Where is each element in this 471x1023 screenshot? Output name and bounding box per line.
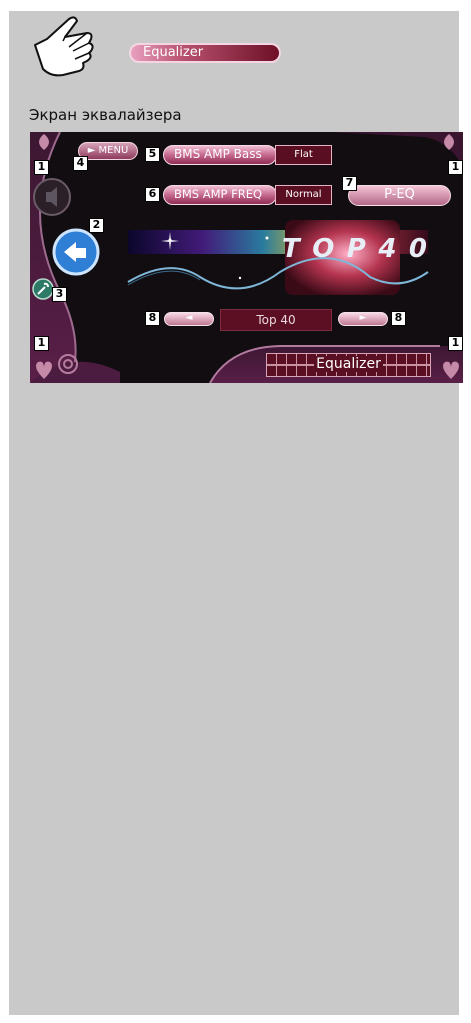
- bms-amp-freq-value: Normal: [275, 185, 332, 205]
- prev-preset-button[interactable]: ◄: [164, 312, 214, 326]
- callout-5: 5: [145, 147, 160, 162]
- next-preset-button[interactable]: ►: [338, 312, 388, 326]
- preset-name-display: Top 40: [220, 309, 332, 331]
- bms-amp-bass-button[interactable]: BMS AMP Bass: [163, 145, 277, 165]
- page-panel: Equalizer Экран эквалайзера TOP40 ► MENU…: [9, 11, 463, 1015]
- p-eq-button[interactable]: P-EQ: [348, 185, 451, 206]
- speaker-button[interactable]: [32, 177, 72, 217]
- callout-4: 4: [73, 156, 88, 171]
- callout-8-left: 8: [145, 311, 160, 326]
- equalizer-bar-button[interactable]: Equalizer: [266, 353, 431, 377]
- equalizer-bar-label: Equalizer: [314, 356, 383, 372]
- section-subtitle: Экран эквалайзера: [29, 106, 182, 124]
- callout-7: 7: [342, 176, 357, 191]
- return-button[interactable]: [52, 228, 100, 276]
- bms-amp-freq-button[interactable]: BMS AMP FREQ: [163, 185, 277, 205]
- bms-amp-bass-value: Flat: [275, 145, 332, 165]
- callout-1-bottom-right: 1: [448, 336, 463, 351]
- callout-8-right: 8: [391, 311, 406, 326]
- callout-1-top-right: 1: [448, 160, 463, 175]
- callout-1-bottom-left: 1: [34, 336, 49, 351]
- callout-6: 6: [145, 187, 160, 202]
- equalizer-screen: TOP40 ► MENU BMS AMP Bass Flat BMS AMP F…: [30, 132, 463, 383]
- setup-button[interactable]: [32, 278, 54, 300]
- callout-3: 3: [52, 287, 67, 302]
- callout-1-top-left: 1: [34, 160, 49, 175]
- pointing-hand-icon: [34, 16, 94, 77]
- callout-2: 2: [89, 218, 104, 233]
- equalizer-title-pill: Equalizer: [129, 43, 281, 63]
